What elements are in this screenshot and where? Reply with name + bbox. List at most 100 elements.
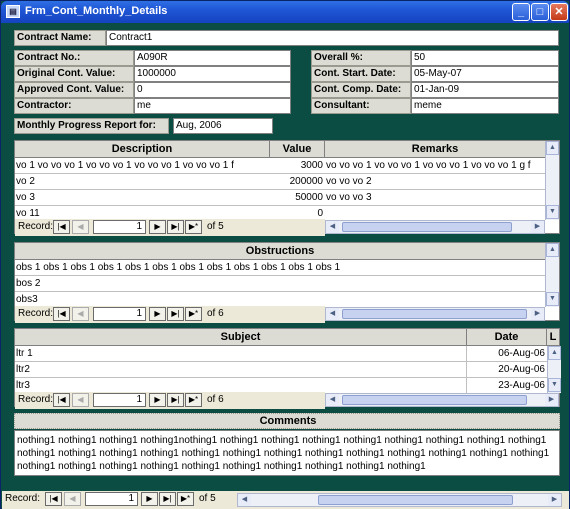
first-record-icon[interactable]: |◀ — [53, 393, 70, 407]
variation-value[interactable]: 200000 — [270, 174, 325, 190]
letters-horizontal-scrollbar[interactable]: ◀ ▶ — [325, 393, 559, 407]
record-number-input[interactable]: 1 — [93, 220, 146, 234]
scroll-left-icon[interactable]: ◀ — [326, 394, 339, 406]
variation-value[interactable]: 50000 — [270, 190, 325, 206]
comp-date-field[interactable]: 01-Jan-09 — [411, 82, 559, 98]
variations-vertical-scrollbar[interactable]: ▲ ▼ — [545, 141, 559, 220]
scroll-thumb[interactable] — [342, 309, 527, 319]
scroll-right-icon[interactable]: ▶ — [531, 308, 544, 320]
scroll-left-icon[interactable]: ◀ — [326, 221, 339, 233]
main-horizontal-scrollbar[interactable]: ◀ ▶ — [237, 493, 562, 507]
contractor-field[interactable]: me — [134, 98, 291, 114]
new-record-icon[interactable]: ▶* — [177, 492, 194, 506]
first-record-icon[interactable]: |◀ — [53, 220, 70, 234]
scroll-thumb[interactable] — [342, 222, 512, 232]
letter-date[interactable]: 20-Aug-06 — [467, 362, 547, 378]
letter-date[interactable]: 23-Aug-06 — [467, 378, 547, 394]
previous-record-icon[interactable]: ◀ — [64, 492, 81, 506]
last-record-icon[interactable]: ▶| — [159, 492, 176, 506]
scroll-right-icon[interactable]: ▶ — [545, 394, 558, 406]
scroll-down-icon[interactable]: ▼ — [548, 378, 561, 392]
comp-date-label: Cont. Comp. Date: — [311, 82, 411, 98]
variation-description[interactable]: vo 1 vo vo vo 1 vo vo vo 1 vo vo vo 1 vo… — [15, 158, 270, 174]
contractor-label: Contractor: — [14, 98, 134, 114]
contract-name-field[interactable]: Contract1 — [106, 30, 559, 46]
letter-date[interactable]: 06-Aug-06 — [467, 346, 547, 362]
scroll-right-icon[interactable]: ▶ — [531, 221, 544, 233]
report-for-field[interactable]: Aug, 2006 — [173, 118, 273, 134]
comments-label: Comments — [14, 413, 560, 429]
first-record-icon[interactable]: |◀ — [45, 492, 62, 506]
obstructions-header: Obstructions — [15, 243, 545, 260]
last-record-icon[interactable]: ▶| — [167, 220, 184, 234]
overall-field[interactable]: 50 — [411, 50, 559, 66]
new-record-icon[interactable]: ▶* — [185, 307, 202, 321]
scroll-left-icon[interactable]: ◀ — [238, 494, 251, 506]
letter-subject[interactable]: ltr2 — [15, 362, 467, 378]
record-number-input[interactable]: 1 — [93, 307, 146, 321]
close-button[interactable]: ✕ — [550, 3, 568, 21]
scroll-up-icon[interactable]: ▲ — [546, 243, 559, 257]
obstructions-subform: Obstructions obs 1 obs 1 obs 1 obs 1 obs… — [14, 242, 560, 323]
record-number-input[interactable]: 1 — [93, 393, 146, 407]
variation-remarks[interactable]: vo vo vo 3 — [325, 190, 545, 206]
first-record-icon[interactable]: |◀ — [53, 307, 70, 321]
scroll-up-icon[interactable]: ▲ — [548, 346, 561, 360]
contract-no-field[interactable]: A090R — [134, 50, 291, 66]
variations-record-navigator: Record: |◀ ◀ 1 ▶ ▶| ▶* of 5 — [15, 219, 325, 236]
description-header: Description — [15, 141, 270, 158]
date-header: Date — [467, 329, 547, 346]
next-record-icon[interactable]: ▶ — [149, 307, 166, 321]
record-count: of 5 — [207, 221, 224, 232]
variation-description[interactable]: vo 2 — [15, 174, 270, 190]
title-bar[interactable]: ▤ Frm_Cont_Monthly_Details _ □ ✕ — [1, 1, 569, 23]
start-date-field[interactable]: 05-May-07 — [411, 66, 559, 82]
next-record-icon[interactable]: ▶ — [141, 492, 158, 506]
original-value-field[interactable]: 1000000 — [134, 66, 291, 82]
previous-record-icon[interactable]: ◀ — [72, 220, 89, 234]
consultant-field[interactable]: meme — [411, 98, 559, 114]
scroll-right-icon[interactable]: ▶ — [548, 494, 561, 506]
variation-remarks[interactable]: vo vo vo 2 — [325, 174, 545, 190]
scroll-up-icon[interactable]: ▲ — [546, 141, 559, 155]
letters-record-navigator: Record: |◀ ◀ 1 ▶ ▶| ▶* of 6 — [15, 392, 325, 409]
record-count: of 5 — [199, 493, 216, 504]
previous-record-icon[interactable]: ◀ — [72, 307, 89, 321]
form-window: ▤ Frm_Cont_Monthly_Details _ □ ✕ Contrac… — [0, 0, 570, 509]
new-record-icon[interactable]: ▶* — [185, 393, 202, 407]
minimize-button[interactable]: _ — [512, 3, 530, 21]
next-record-icon[interactable]: ▶ — [149, 220, 166, 234]
scroll-left-icon[interactable]: ◀ — [326, 308, 339, 320]
variation-value[interactable]: 3000 — [270, 158, 325, 174]
obstruction-row[interactable]: obs 1 obs 1 obs 1 obs 1 obs 1 obs 1 obs … — [15, 260, 545, 276]
last-record-icon[interactable]: ▶| — [167, 307, 184, 321]
overall-label: Overall %: — [311, 50, 411, 66]
scroll-down-icon[interactable]: ▼ — [546, 205, 559, 219]
variation-remarks[interactable]: vo vo vo 1 vo vo vo 1 vo vo vo 1 vo vo v… — [325, 158, 545, 174]
obstructions-vertical-scrollbar[interactable]: ▲ ▼ — [545, 243, 559, 307]
variations-horizontal-scrollbar[interactable]: ◀ ▶ — [325, 220, 545, 234]
maximize-button[interactable]: □ — [531, 3, 549, 21]
approved-value-label: Approved Cont. Value: — [14, 82, 134, 98]
remarks-header: Remarks — [325, 141, 545, 158]
scroll-thumb[interactable] — [342, 395, 527, 405]
last-record-icon[interactable]: ▶| — [167, 393, 184, 407]
report-for-label: Monthly Progress Report for: — [14, 118, 169, 134]
new-record-icon[interactable]: ▶* — [185, 220, 202, 234]
consultant-label: Consultant: — [311, 98, 411, 114]
letter-subject[interactable]: ltr 1 — [15, 346, 467, 362]
next-record-icon[interactable]: ▶ — [149, 393, 166, 407]
record-number-input[interactable]: 1 — [85, 492, 138, 506]
record-label: Record: — [18, 394, 54, 405]
letters-subform: Subject Date L ltr 1 06-Aug-06 ltr2 20-A… — [14, 328, 561, 409]
variation-description[interactable]: vo 3 — [15, 190, 270, 206]
value-header: Value — [270, 141, 325, 158]
letters-vertical-scrollbar[interactable]: ▲ ▼ — [547, 346, 561, 393]
approved-value-field[interactable]: 0 — [134, 82, 291, 98]
comments-field[interactable]: nothing1 nothing1 nothing1 nothing1nothi… — [14, 430, 560, 476]
scroll-down-icon[interactable]: ▼ — [546, 292, 559, 306]
obstruction-row[interactable]: bos 2 — [15, 276, 545, 292]
previous-record-icon[interactable]: ◀ — [72, 393, 89, 407]
scroll-thumb[interactable] — [318, 495, 513, 505]
obstructions-horizontal-scrollbar[interactable]: ◀ ▶ — [325, 307, 545, 321]
